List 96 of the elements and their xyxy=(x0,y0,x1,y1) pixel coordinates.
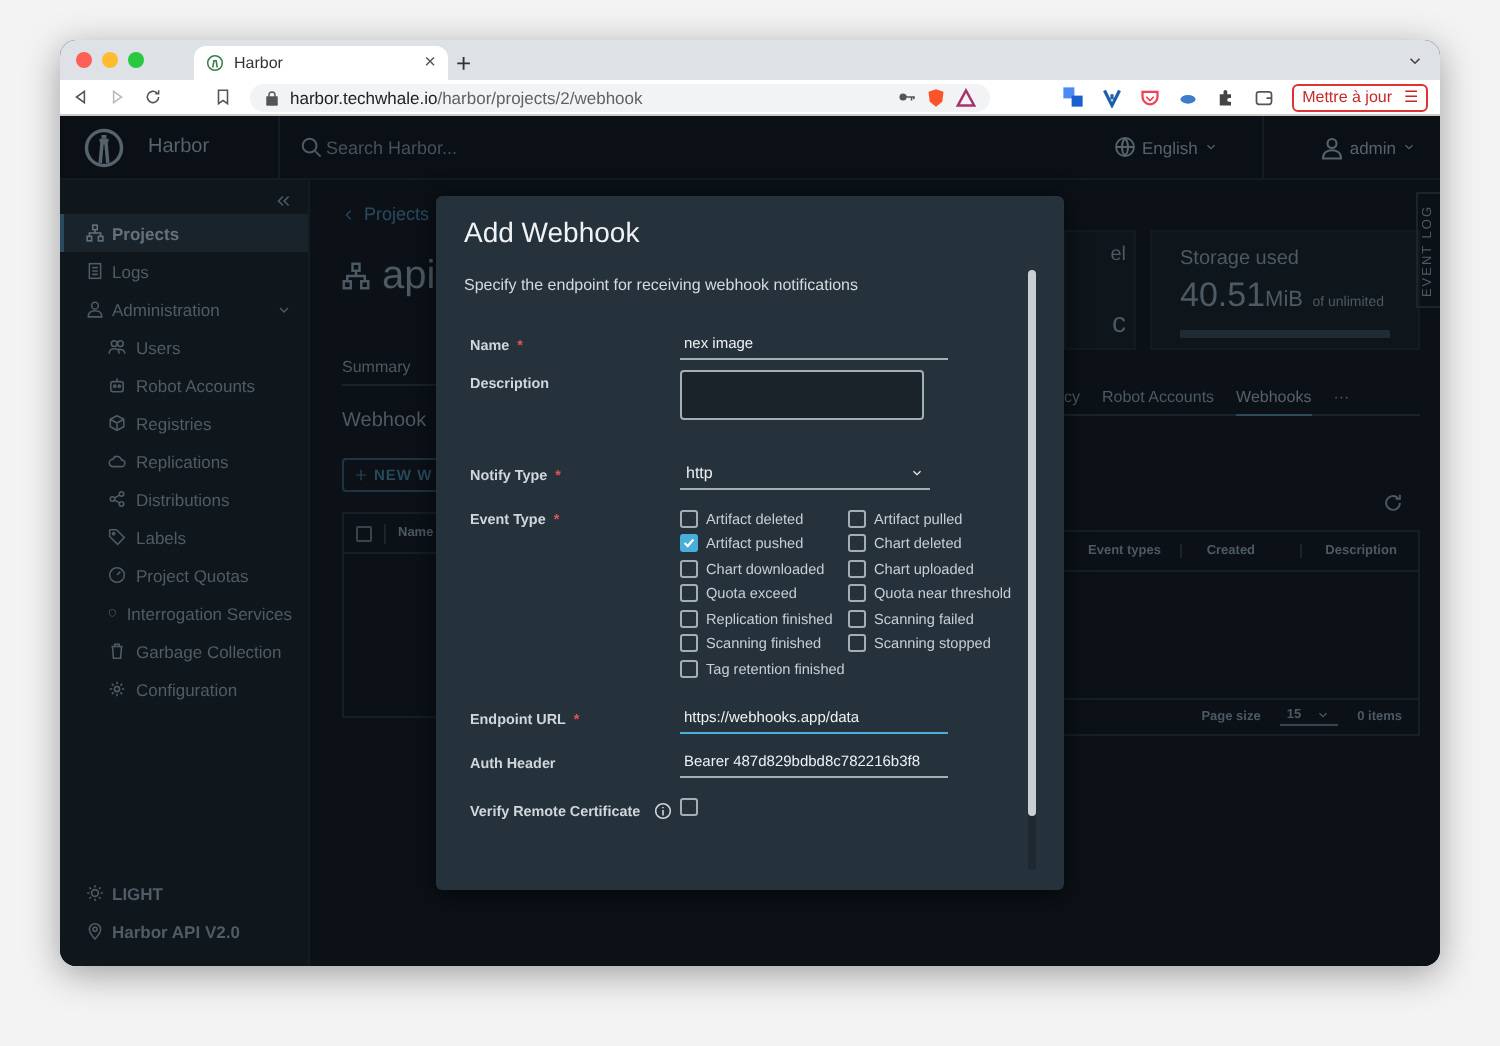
person-icon xyxy=(86,300,104,318)
lock-icon xyxy=(264,89,280,105)
pocket-icon xyxy=(1140,87,1161,107)
robot-icon xyxy=(108,376,126,394)
project-tab[interactable]: ··· xyxy=(1333,388,1350,416)
checkbox[interactable] xyxy=(680,634,698,653)
dialog-title: Add Webhook xyxy=(464,216,642,252)
search-field[interactable]: Search Harbor... xyxy=(326,137,626,157)
select-all-checkbox[interactable] xyxy=(356,525,372,541)
bookmark-icon xyxy=(214,88,232,106)
plus-icon xyxy=(354,468,368,482)
hierarchy-icon xyxy=(342,262,370,290)
sun-icon xyxy=(86,884,104,902)
sidebar-item[interactable]: Interrogation Services xyxy=(60,594,308,632)
card-title: el xyxy=(1110,244,1126,266)
person-icon xyxy=(1319,135,1344,159)
back-icon xyxy=(72,88,90,106)
scrollbar[interactable] xyxy=(1028,270,1036,870)
project-tab[interactable]: Robot Accounts xyxy=(1102,388,1215,416)
cube-icon xyxy=(108,414,126,432)
checkbox[interactable] xyxy=(680,559,698,578)
forward-icon xyxy=(108,88,126,106)
address-field[interactable]: harbor.techwhale.io/harbor/projects/2/webhook xyxy=(250,83,990,111)
sidebar-item[interactable]: Logs xyxy=(60,252,308,290)
shield-icon xyxy=(108,604,117,622)
section-title: Webhook xyxy=(342,410,427,432)
brand-name: Harbor xyxy=(148,136,210,158)
document-icon xyxy=(86,262,104,280)
checkbox[interactable] xyxy=(680,659,698,678)
chevron-down-icon xyxy=(1402,140,1416,154)
user-menu[interactable]: admin xyxy=(1349,137,1396,157)
dialog-description: Specify the endpoint for receiving webhook notifications xyxy=(464,276,861,294)
card-title: Storage used xyxy=(1180,248,1301,270)
reload-icon xyxy=(144,88,162,106)
checkbox[interactable] xyxy=(848,584,866,603)
sidebar-item[interactable]: Garbage Collection xyxy=(60,632,308,670)
tab-close-button[interactable]: × xyxy=(424,52,436,74)
description-field[interactable] xyxy=(680,370,924,420)
sidebar-item[interactable]: Project Quotas xyxy=(60,556,308,594)
checkbox[interactable] xyxy=(848,634,866,653)
chevron-down-icon xyxy=(910,466,924,480)
wallet-icon xyxy=(1254,87,1275,107)
chevron-left-icon xyxy=(342,207,356,221)
update-button[interactable]: Mettre à jour ☰ xyxy=(1292,83,1428,111)
people-icon xyxy=(108,338,126,356)
checkbox[interactable] xyxy=(680,534,698,553)
theme-toggle[interactable]: LIGHT xyxy=(112,883,292,903)
checkbox[interactable] xyxy=(680,797,698,815)
api-link[interactable]: Harbor API V2.0 xyxy=(112,921,292,941)
card-value: c xyxy=(1112,304,1126,342)
chevron-down-icon xyxy=(1315,708,1330,722)
checkbox[interactable] xyxy=(680,609,698,628)
search-icon xyxy=(300,136,322,158)
browser-tab[interactable]: Harbor × xyxy=(194,46,448,80)
sidebar-item[interactable]: Labels xyxy=(60,518,308,556)
project-tab[interactable]: Summary xyxy=(342,358,411,386)
project-tab[interactable]: cy xyxy=(1064,388,1080,416)
checkbox[interactable] xyxy=(848,559,866,578)
v-shape-icon xyxy=(1102,87,1123,107)
favicon-icon xyxy=(206,54,224,72)
pin-icon xyxy=(86,922,104,940)
chevron-down-icon xyxy=(1203,140,1218,154)
sidebar-item[interactable]: Administration xyxy=(60,290,308,328)
trash-icon xyxy=(108,642,126,660)
shield-icon xyxy=(926,87,946,107)
sidebar-item[interactable]: Distributions xyxy=(60,480,308,518)
collapse-icon xyxy=(274,192,292,210)
sidebar-item[interactable]: Robot Accounts xyxy=(60,366,308,404)
triangle-icon xyxy=(956,87,976,107)
project-title: api xyxy=(382,253,436,299)
squares-icon xyxy=(1062,86,1085,108)
logo-icon xyxy=(84,127,124,167)
sidebar-item[interactable]: Configuration xyxy=(60,670,308,708)
hierarchy-icon xyxy=(86,224,104,242)
language-menu[interactable]: English xyxy=(1141,137,1198,157)
globe-icon xyxy=(1113,136,1136,158)
new-tab-button[interactable]: + xyxy=(456,48,472,78)
refresh-icon xyxy=(1382,492,1404,514)
checkbox[interactable] xyxy=(848,609,866,628)
tag-icon xyxy=(108,528,126,546)
sidebar-item[interactable]: Replications xyxy=(60,442,308,480)
sidebar-item[interactable]: Users xyxy=(60,328,308,366)
project-tab[interactable]: Webhooks xyxy=(1236,388,1312,416)
sidebar-item[interactable]: Projects xyxy=(60,214,308,252)
key-icon xyxy=(898,88,916,106)
cloud-icon xyxy=(108,452,126,470)
notify-type-select[interactable]: http xyxy=(680,462,930,490)
breadcrumb-link[interactable]: Projects xyxy=(364,204,430,224)
gauge-icon xyxy=(108,566,126,584)
checkbox[interactable] xyxy=(680,584,698,603)
checkbox[interactable] xyxy=(848,534,866,553)
checkbox[interactable] xyxy=(848,509,866,528)
share-icon xyxy=(108,490,126,508)
sidebar-item[interactable]: Registries xyxy=(60,404,308,442)
checkbox[interactable] xyxy=(680,509,698,528)
extensions-icon xyxy=(1216,87,1237,107)
